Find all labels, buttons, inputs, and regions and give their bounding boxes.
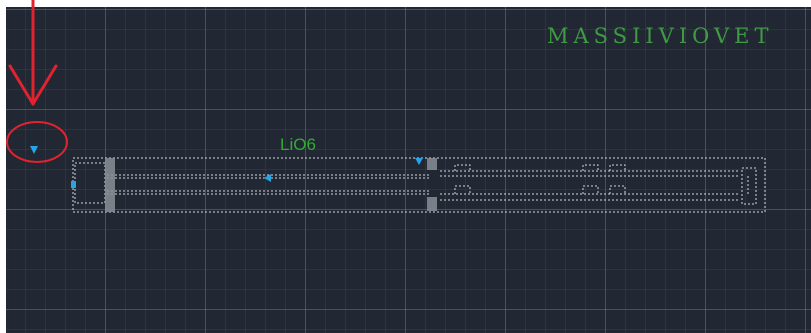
hatch-blocks	[105, 158, 437, 212]
left-grip-icon[interactable]	[71, 181, 76, 188]
insertion-grip-icon[interactable]	[30, 146, 38, 154]
annotation-arrow	[8, 0, 58, 106]
top-grip-icon[interactable]	[415, 158, 423, 165]
screenshot-frame: MASSIIVIOVET LiO6	[0, 0, 811, 333]
cad-block[interactable]	[72, 157, 766, 213]
annotation-circle	[6, 121, 68, 163]
drawing-overlay	[6, 0, 766, 213]
